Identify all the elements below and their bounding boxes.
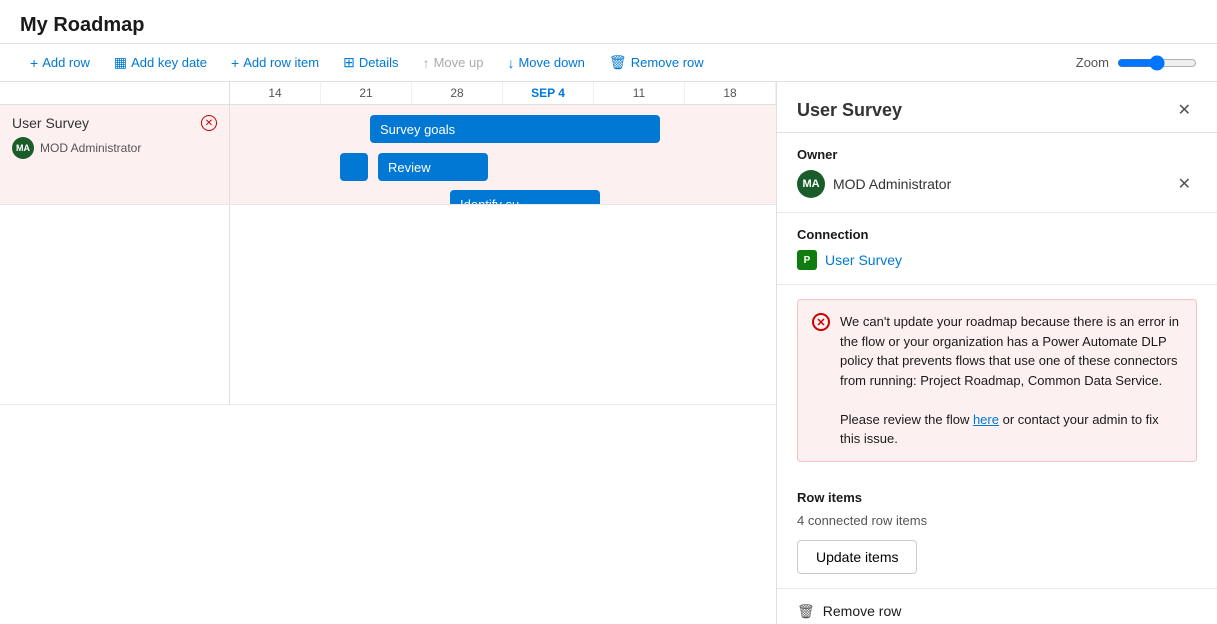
date-cells: 14 21 28 SEP 4 11 18 <box>230 82 776 104</box>
add-row-item-button[interactable]: + Add row item <box>221 51 329 75</box>
date-cell-21: 21 <box>321 82 412 104</box>
row-label-cell: User Survey ✕ MA MOD Administrator <box>0 105 230 204</box>
table-row: User Survey ✕ MA MOD Administrator Surve… <box>0 105 776 205</box>
survey-goals-bar[interactable]: Survey goals <box>370 115 660 143</box>
arrow-down-icon: ↓ <box>507 55 514 71</box>
date-cell-18: 18 <box>685 82 776 104</box>
owner-section: Owner MA MOD Administrator ✕ <box>777 133 1217 213</box>
app-title: My Roadmap <box>20 14 144 36</box>
update-items-button[interactable]: Update items <box>797 540 917 574</box>
panel-header: User Survey ✕ <box>777 82 1217 133</box>
row-owner: MA MOD Administrator <box>12 137 217 159</box>
remove-row-label: Remove row <box>823 603 902 619</box>
remove-owner-button[interactable]: ✕ <box>1172 172 1197 196</box>
connection-icon: P <box>797 250 817 270</box>
date-cell-28: 28 <box>412 82 503 104</box>
app-header: My Roadmap <box>0 0 1217 44</box>
date-header-spacer <box>0 82 230 104</box>
zoom-slider[interactable] <box>1117 55 1197 71</box>
details-icon: ⊞ <box>343 54 355 71</box>
toolbar: + Add row ▦ Add key date + Add row item … <box>0 44 1217 82</box>
error-box: ✕ We can't update your roadmap because t… <box>797 299 1197 462</box>
move-up-button[interactable]: ↑ Move up <box>413 51 494 75</box>
empty-row-cells <box>230 205 776 404</box>
empty-row-label <box>0 205 230 404</box>
arrow-up-icon: ↑ <box>423 55 430 71</box>
date-cell-11: 11 <box>594 82 685 104</box>
details-button[interactable]: ⊞ Details <box>333 50 408 75</box>
row-close-icon[interactable]: ✕ <box>201 115 217 131</box>
owner-info: MA MOD Administrator <box>797 170 951 198</box>
row-name: User Survey ✕ <box>12 115 217 131</box>
grid-content: User Survey ✕ MA MOD Administrator Surve… <box>0 105 776 624</box>
error-link[interactable]: here <box>973 412 999 427</box>
panel-close-button[interactable]: ✕ <box>1172 98 1197 122</box>
date-cell-sep4: SEP 4 <box>503 82 594 104</box>
add-row-button[interactable]: + Add row <box>20 51 100 75</box>
avatar: MA <box>797 170 825 198</box>
panel-title: User Survey <box>797 100 902 121</box>
review-bar[interactable]: Review <box>378 153 488 181</box>
zoom-control: Zoom <box>1076 55 1197 71</box>
small-bar[interactable] <box>340 153 368 181</box>
row-items-label: Row items <box>797 490 1197 505</box>
row-items-count: 4 connected row items <box>797 513 1197 528</box>
row-items-section: Row items 4 connected row items Update i… <box>777 476 1217 588</box>
connection-link[interactable]: User Survey <box>825 252 902 268</box>
plus-icon-2: + <box>231 55 239 71</box>
right-panel: User Survey ✕ Owner MA MOD Administrator… <box>777 82 1217 624</box>
error-icon: ✕ <box>812 313 830 331</box>
avatar: MA <box>12 137 34 159</box>
main-area: 14 21 28 SEP 4 11 18 User Survey ✕ <box>0 82 1217 624</box>
remove-row-section[interactable]: 🗑 Remove row <box>777 588 1217 624</box>
add-key-date-button[interactable]: ▦ Add key date <box>104 50 217 75</box>
identify-bar[interactable]: Identify su... <box>450 190 600 204</box>
connection-section: Connection P User Survey <box>777 213 1217 285</box>
trash-icon: 🗑 <box>797 603 815 620</box>
owner-section-label: Owner <box>797 147 1197 162</box>
calendar-icon: ▦ <box>114 54 127 71</box>
move-down-button[interactable]: ↓ Move down <box>497 51 594 75</box>
table-row <box>0 205 776 405</box>
owner-row: MA MOD Administrator ✕ <box>797 170 1197 198</box>
connection-row: P User Survey <box>797 250 1197 270</box>
date-cell-14: 14 <box>230 82 321 104</box>
error-text: We can't update your roadmap because the… <box>840 312 1182 449</box>
roadmap-panel: 14 21 28 SEP 4 11 18 User Survey ✕ <box>0 82 777 624</box>
owner-name: MOD Administrator <box>833 176 951 192</box>
trash-icon-toolbar: 🗑 <box>609 54 627 71</box>
plus-icon: + <box>30 55 38 71</box>
connection-section-label: Connection <box>797 227 1197 242</box>
date-header: 14 21 28 SEP 4 11 18 <box>0 82 776 105</box>
row-gantt-cells: Survey goals Review Identify su... <box>230 105 776 204</box>
remove-row-toolbar-button[interactable]: 🗑 Remove row <box>599 50 714 75</box>
